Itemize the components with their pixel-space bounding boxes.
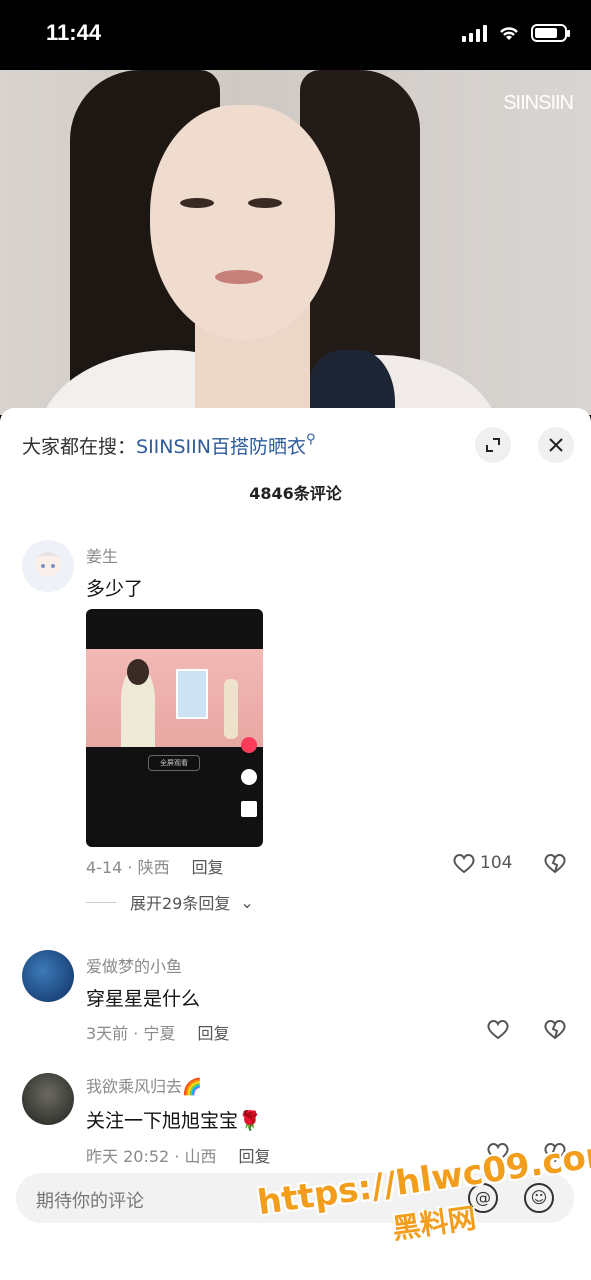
search-icon: ⚲	[305, 432, 316, 447]
thumb-window	[176, 669, 208, 719]
search-term[interactable]: SIINSIIN百搭防晒衣	[136, 436, 306, 458]
expand-icon	[486, 438, 500, 452]
like-count: 104	[480, 853, 513, 873]
avatar[interactable]	[22, 540, 74, 592]
thumb-head	[127, 659, 149, 685]
thumb-person-2	[224, 679, 238, 739]
close-icon	[549, 438, 563, 452]
expand-button[interactable]	[475, 427, 511, 463]
reply-button[interactable]: 回复	[197, 1024, 229, 1043]
star-icon	[241, 801, 257, 817]
like-button[interactable]: 104	[452, 852, 512, 874]
divider	[86, 901, 116, 903]
comment-author[interactable]: 姜生	[86, 543, 118, 567]
search-prefix: 大家都在搜：	[22, 436, 137, 458]
fullscreen-chip: 全屏观看	[148, 755, 200, 771]
dislike-button[interactable]	[543, 1018, 567, 1040]
comment-count: 4846条评论	[249, 484, 342, 503]
battery-level	[535, 28, 557, 38]
avatar[interactable]	[22, 950, 74, 1002]
emoji-button[interactable]: ☺	[524, 1183, 554, 1213]
comment-text: 关注一下旭旭宝宝🌹	[86, 1110, 262, 1132]
eye-shape-left	[180, 198, 214, 208]
reply-button[interactable]: 回复	[238, 1147, 270, 1166]
wifi-icon	[500, 27, 518, 40]
like-button[interactable]	[486, 1018, 510, 1040]
eye-shape-right	[248, 198, 282, 208]
chevron-down-icon: ⌄	[240, 892, 254, 912]
comment-author[interactable]: 我欲乘风归去🌈	[86, 1073, 202, 1097]
comment-icon	[241, 769, 257, 785]
comment-time-location: 3天前 · 宁夏	[86, 1024, 176, 1043]
expand-replies[interactable]: 展开29条回复 ⌄	[86, 890, 254, 914]
broken-heart-icon	[544, 1020, 566, 1040]
comment-meta: 4-14 · 陕西 回复	[86, 854, 224, 878]
dislike-button[interactable]	[543, 852, 567, 874]
comment-text: 多少了	[86, 578, 144, 600]
expand-replies-label: 展开29条回复	[130, 894, 231, 913]
status-bar: 11:44	[0, 0, 591, 70]
comment-input-placeholder: 期待你的评论	[36, 1191, 144, 1212]
video-preview[interactable]: SIINSIIN	[0, 70, 591, 415]
lips-shape	[215, 270, 263, 284]
search-suggestion[interactable]: 大家都在搜：SIINSIIN百搭防晒衣⚲	[22, 432, 316, 459]
avatar-image	[22, 540, 74, 592]
thumb-scene	[86, 649, 263, 747]
heart-icon	[487, 1020, 509, 1040]
close-button[interactable]	[538, 427, 574, 463]
battery-icon	[531, 24, 570, 42]
heart-icon	[241, 737, 257, 753]
brand-watermark: SIINSIIN	[503, 92, 574, 114]
status-time: 11:44	[46, 20, 102, 45]
comment-meta: 昨天 20:52 · 山西 回复	[86, 1143, 270, 1167]
comment-text: 穿星星是什么	[86, 988, 201, 1010]
reply-button[interactable]: 回复	[192, 858, 224, 877]
comment-author[interactable]: 爱做梦的小鱼	[86, 953, 182, 977]
comment-meta: 3天前 · 宁夏 回复	[86, 1020, 229, 1044]
broken-heart-icon	[544, 854, 566, 874]
avatar[interactable]	[22, 1073, 74, 1125]
face-shape	[150, 105, 335, 340]
comment-image[interactable]: 全屏观看	[86, 609, 263, 847]
comment-time-location: 昨天 20:52 · 山西	[86, 1147, 217, 1166]
heart-icon	[453, 854, 475, 874]
status-icons	[462, 24, 570, 42]
comment-time-location: 4-14 · 陕西	[86, 858, 170, 877]
signal-icon	[462, 24, 487, 42]
